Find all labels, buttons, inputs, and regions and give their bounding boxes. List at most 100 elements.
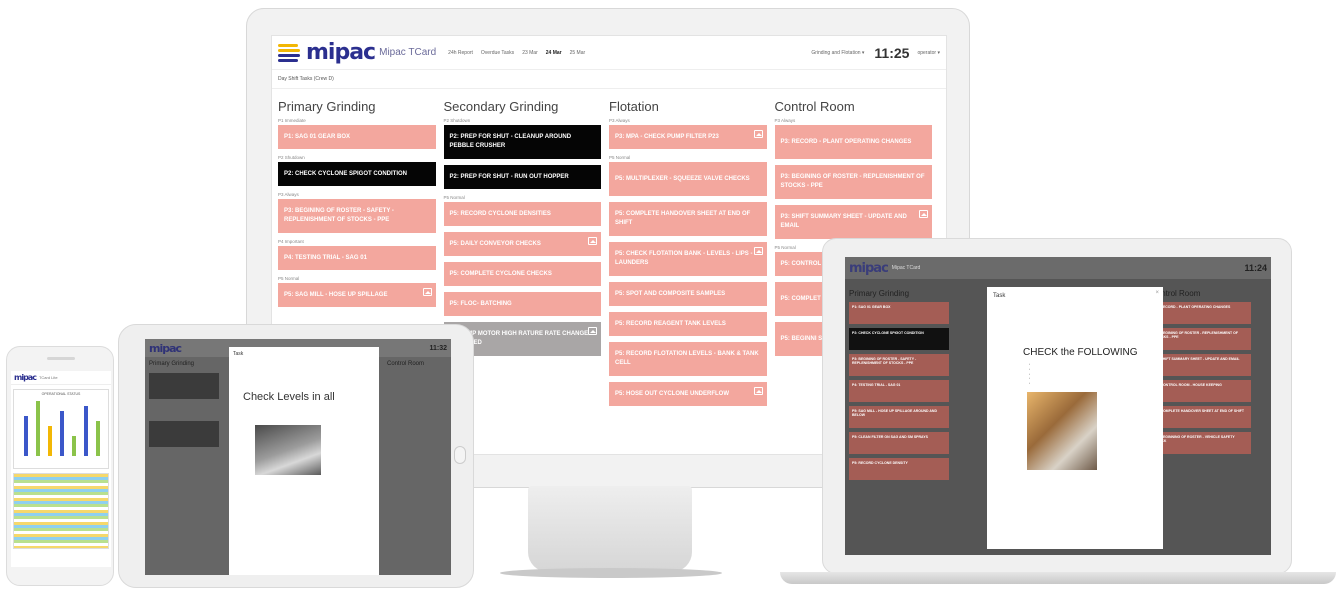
task-card[interactable]: P5: FLOC- BATCHING (443, 292, 601, 316)
phone: mipac TCard Lite OPERATIONAL STATUS (6, 346, 114, 586)
task-card-label: P4: TESTING TRIAL - SAG 01 (284, 254, 367, 261)
task-card[interactable]: P2: PREP FOR SHUT - RUN OUT HOPPER (443, 165, 601, 189)
tablet-home-button (454, 446, 466, 464)
right-nav: Grinding and Flotation ▾ 11:25 operator … (811, 45, 940, 61)
task-card[interactable]: P5: RECORD REAGENT TANK LEVELS (609, 312, 767, 336)
laptop-task-card[interactable]: P5: BEGINNING OF ROSTER - VEHICLE SAFETY… (1151, 432, 1251, 454)
task-card[interactable]: P3: BEGINING OF ROSTER - REPLENISHMENT O… (774, 165, 932, 199)
product-name: Mipac TCard (379, 47, 437, 58)
task-card[interactable]: P5: COMPLETE CYCLONE CHECKS (443, 262, 601, 286)
task-card[interactable]: P5: SPOT AND COMPOSITE SAMPLES (609, 282, 767, 306)
task-card-label: P5: DAILY CONVEYOR CHECKS (449, 240, 541, 247)
tablet-task-card[interactable] (149, 373, 219, 399)
priority-group-label: P5 Normal (609, 155, 631, 160)
task-card[interactable]: P3: RECORD - PLANT OPERATING CHANGES (774, 125, 932, 159)
task-card[interactable]: P2: CHECK CYCLONE SPIGOT CONDITION (278, 162, 436, 186)
task-card[interactable]: P3: BEGINING OF ROSTER - SAFETY - REPLEN… (278, 199, 436, 233)
phone-timeline-chart (13, 473, 109, 549)
image-attachment-icon (753, 130, 763, 138)
user-menu[interactable]: operator ▾ (917, 50, 940, 56)
task-card-label: P5: SPOT AND COMPOSITE SAMPLES (615, 290, 726, 297)
phone-status-chart: OPERATIONAL STATUS (13, 389, 109, 469)
modal-field (1003, 305, 1157, 309)
image-attachment-icon (588, 327, 597, 335)
task-card-label: P2: PREP FOR SHUT - CLEANUP AROUND PEBBL… (449, 134, 572, 149)
laptop-task-card[interactable]: P3: RECORD - PLANT OPERATING CHANGES (1151, 302, 1251, 324)
nav-24h-report[interactable]: 24h Report (448, 50, 473, 56)
phone-navbar: mipac TCard Lite (11, 371, 111, 385)
modal-title: Task (993, 293, 1006, 299)
task-card[interactable]: P3: SHIFT SUMMARY SHEET - UPDATE AND EMA… (774, 205, 932, 239)
task-card[interactable]: P5: DAILY CONVEYOR CHECKS (443, 232, 601, 256)
tablet-logo-text: mipac (149, 341, 182, 355)
nav-overdue-tasks[interactable]: Overdue Tasks (481, 50, 514, 56)
task-card-label: P3: MPA - CHECK PUMP FILTER P23 (615, 133, 719, 140)
laptop-task-card[interactable]: P3: BEGINING OF ROSTER - REPLENISHMENT O… (1151, 328, 1251, 350)
clock: 11:25 (874, 44, 910, 61)
laptop: mipac Mipac TCard 11:24 Primary Grinding… (822, 238, 1292, 574)
laptop-task-card[interactable]: P4: TESTING TRIAL - SAG 01 (849, 380, 949, 402)
priority-group-label: P5 Normal (278, 276, 300, 281)
task-card[interactable]: P2: PREP FOR SHUT - CLEANUP AROUND PEBBL… (443, 125, 601, 159)
tablet-clock: 11:32 (429, 344, 447, 352)
image-attachment-icon (753, 387, 763, 395)
modal-bullets: • • • • • (1029, 362, 1031, 386)
task-card-label: P5: RECORD REAGENT TANK LEVELS (615, 320, 726, 327)
tablet-task-card[interactable] (149, 421, 219, 447)
column-title: Control Room (774, 99, 855, 114)
nav-24-mar[interactable]: 24 Mar (546, 50, 562, 56)
task-card-label: P5: MULTIPLEXER - SQUEEZE VALVE CHECKS (615, 175, 750, 182)
laptop-clock: 11:24 (1244, 263, 1267, 273)
task-card[interactable]: P5: CHECK FLOTATION BANK - LEVELS - LIPS… (609, 242, 767, 276)
laptop-column-control-room: Control Room P3: RECORD - PLANT OPERATIN… (1151, 283, 1251, 484)
conveyor-photo (1027, 391, 1097, 470)
laptop-task-card[interactable]: P5: SAG MILL - HOSE UP SPILLAGE AROUND A… (849, 406, 949, 428)
laptop-task-card[interactable]: P5: RECORD CYCLONE DENSITY (849, 458, 949, 480)
close-icon[interactable]: × (1155, 290, 1159, 296)
laptop-task-card[interactable]: P3: BEGINING OF ROSTER - SAFETY - REPLEN… (849, 354, 949, 376)
monitor-base (500, 568, 722, 578)
laptop-task-card[interactable]: P1: SAG 01 GEAR BOX (849, 302, 949, 324)
phone-screen: mipac TCard Lite OPERATIONAL STATUS (11, 371, 111, 567)
tablet-modal-heading: Check Levels in all (243, 391, 335, 403)
task-card[interactable]: P3: MPA - CHECK PUMP FILTER P23 (609, 125, 767, 149)
task-card-label: P1: SAG 01 GEAR BOX (284, 133, 351, 140)
laptop-base (780, 572, 1336, 584)
modal-heading: CHECK the FOLLOWING (1023, 347, 1138, 358)
shift-subheader: Day Shift Tasks (Crew D) (272, 70, 946, 89)
laptop-task-card[interactable]: P5: CLEAN FILTER ON SAG AND SM SPRAYS (849, 432, 949, 454)
laptop-task-card[interactable]: P2: CHECK CYCLONE SPIGOT CONDITION (849, 328, 949, 350)
area-selector[interactable]: Grinding and Flotation ▾ (811, 50, 864, 56)
task-card[interactable]: P5: RECORD CYCLONE DENSITIES (443, 202, 601, 226)
task-card[interactable]: P5: MULTIPLEXER - SQUEEZE VALVE CHECKS (609, 162, 767, 196)
nav-23-mar[interactable]: 23 Mar (522, 50, 538, 56)
top-nav-links: 24h Report Overdue Tasks 23 Mar 24 Mar 2… (448, 50, 593, 56)
phone-logo-text: mipac (14, 373, 37, 382)
task-card[interactable]: P1: SAG 01 GEAR BOX (278, 125, 436, 149)
phone-chart-title: OPERATIONAL STATUS (41, 392, 81, 396)
column-title: Flotation (609, 99, 659, 114)
priority-group-label: P2 Shutdown (443, 118, 471, 123)
tablet-column-title: Control Room (387, 361, 425, 367)
laptop-task-card[interactable]: P5: COMPLETE HANDOVER SHEET AT END OF SH… (1151, 406, 1251, 428)
laptop-screen: mipac Mipac TCard 11:24 Primary Grinding… (845, 257, 1271, 555)
phone-speaker (47, 357, 75, 360)
laptop-task-card[interactable]: P3: SHIFT SUMMARY SHEET - UPDATE AND EMA… (1151, 354, 1251, 376)
image-attachment-icon (919, 210, 928, 218)
task-card[interactable]: P5: SAG MILL - HOSE UP SPILLAGE (278, 283, 436, 307)
phone-chart-bar (72, 436, 76, 456)
priority-group-label: P3 Always (774, 118, 796, 123)
task-card[interactable]: P4: TESTING TRIAL - SAG 01 (278, 246, 436, 270)
task-card[interactable]: P5: HOSE OUT CYCLONE UNDERFLOW (609, 382, 767, 406)
tablet-photo (255, 425, 321, 475)
modal-field (1003, 325, 1157, 329)
nav-25-mar[interactable]: 25 Mar (570, 50, 586, 56)
task-card-label: P5: COMPLETE CYCLONE CHECKS (449, 270, 552, 277)
task-card[interactable]: P5: COMPLETE HANDOVER SHEET AT END OF SH… (609, 202, 767, 236)
task-card[interactable]: P5: RECORD FLOTATION LEVELS - BANK & TAN… (609, 342, 767, 376)
laptop-task-card[interactable]: P5: CONTROL ROOM - HOUSE KEEPING (1151, 380, 1251, 402)
laptop-logo-text: mipac (849, 260, 889, 276)
mipac-logo[interactable]: mipac Mipac TCard (278, 40, 436, 65)
phone-chart-bar (84, 406, 88, 456)
monitor-stand (528, 486, 692, 572)
